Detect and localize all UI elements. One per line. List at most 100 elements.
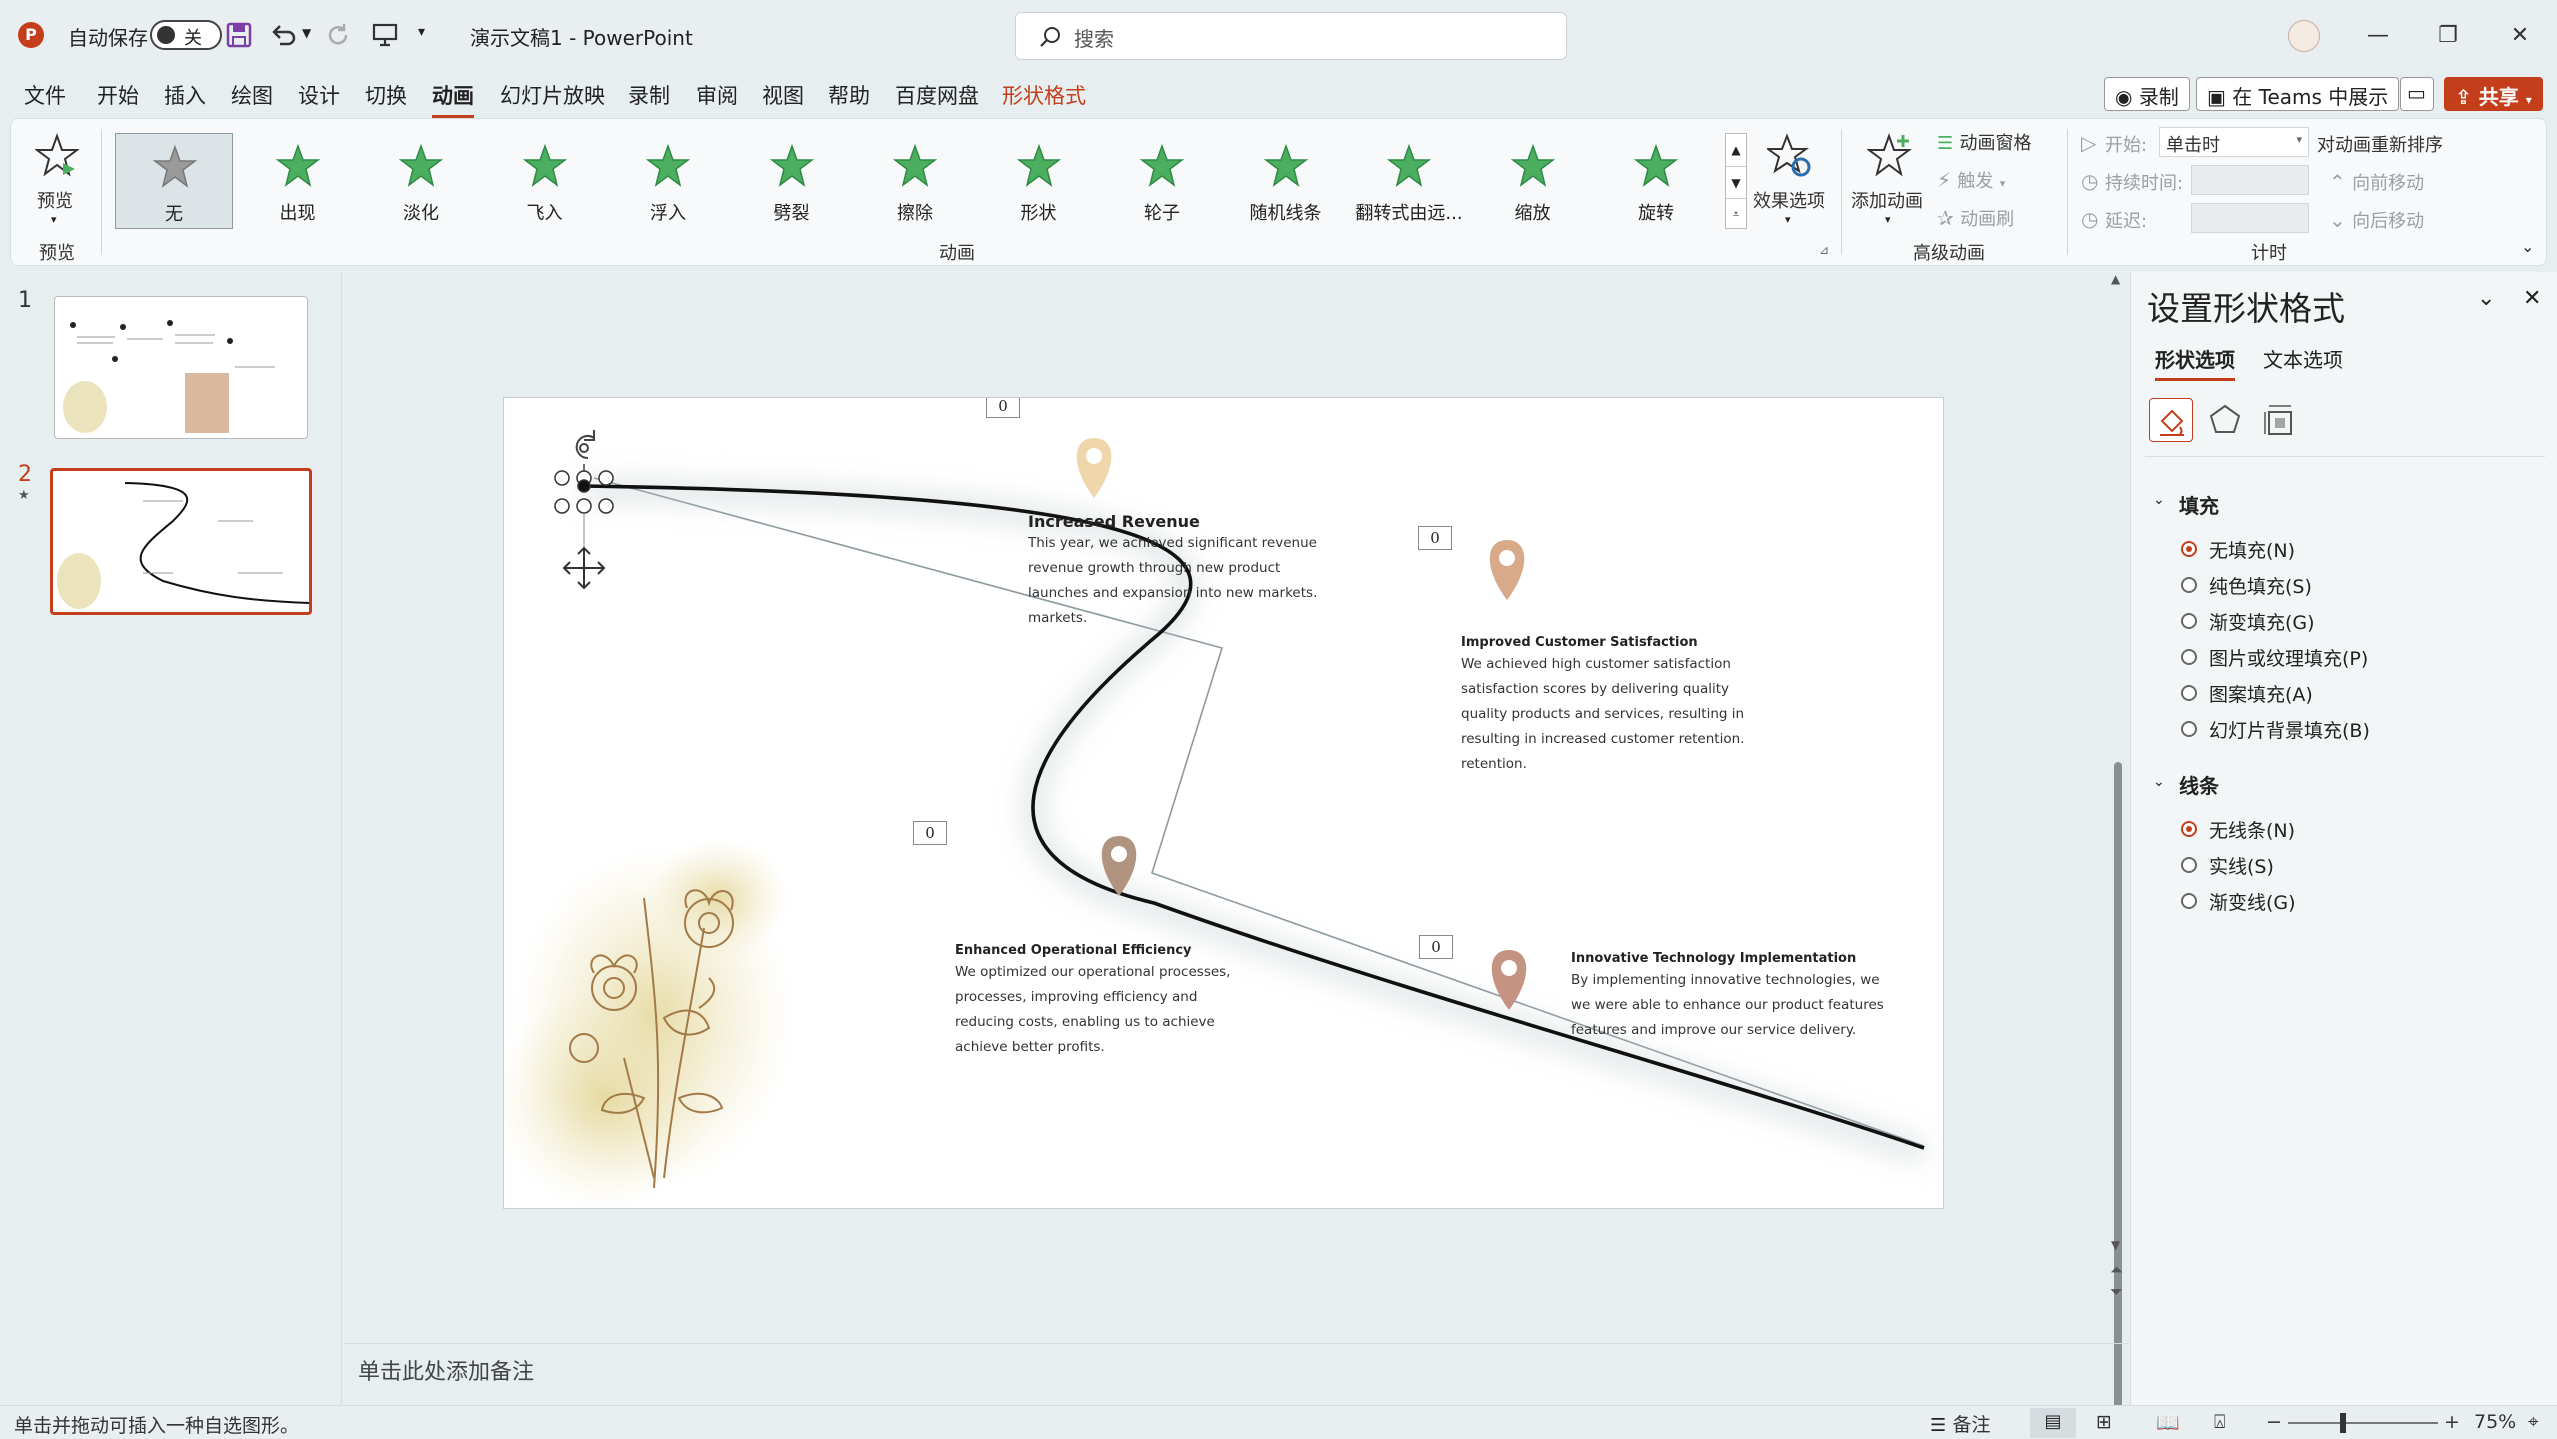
- pane-close-icon[interactable]: ✕: [2523, 286, 2541, 311]
- text-block-efficiency[interactable]: Enhanced Operational Efficiency We optim…: [955, 943, 1265, 1060]
- slideshow-view-icon[interactable]: ⍓: [2214, 1411, 2225, 1433]
- anim-float-in[interactable]: 浮入: [609, 133, 727, 229]
- text-block-satisfaction[interactable]: Improved Customer Satisfaction We achiev…: [1461, 635, 1771, 777]
- notes-pane[interactable]: 单击此处添加备注: [344, 1343, 2129, 1403]
- zoom-in-icon[interactable]: +: [2444, 1411, 2460, 1433]
- scroll-down-icon[interactable]: ▼: [2111, 1238, 2120, 1252]
- customize-toolbar-icon[interactable]: ▾: [418, 24, 425, 40]
- rotate-handle-icon[interactable]: [575, 430, 595, 460]
- animation-pane-button[interactable]: ☰ 动画窗格: [1937, 129, 2032, 159]
- zoom-level[interactable]: 75%: [2474, 1411, 2516, 1433]
- close-window-button[interactable]: ✕: [2500, 16, 2540, 56]
- undo-icon[interactable]: [270, 22, 298, 48]
- tab-text-options[interactable]: 文本选项: [2263, 344, 2343, 373]
- zoom-slider[interactable]: [2288, 1413, 2438, 1433]
- size-properties-tool[interactable]: [2257, 398, 2301, 442]
- text-block-technology[interactable]: Innovative Technology Implementation By …: [1571, 951, 1911, 1043]
- fill-radio[interactable]: [2181, 613, 2197, 629]
- fill-section-title[interactable]: 填充: [2179, 490, 2219, 519]
- anim-none[interactable]: 无: [115, 133, 233, 229]
- redo-icon[interactable]: [326, 22, 352, 48]
- collapse-ribbon-icon[interactable]: ⌄: [2521, 237, 2534, 256]
- comments-button[interactable]: ▭: [2400, 77, 2434, 111]
- add-animation-button[interactable]: 添加动画 ▾: [1849, 129, 1933, 239]
- delay-input[interactable]: [2191, 203, 2309, 233]
- anim-wipe[interactable]: 擦除: [856, 133, 974, 229]
- gallery-more-icon[interactable]: ⩡: [1726, 198, 1746, 228]
- tab-view[interactable]: 视图: [762, 80, 804, 110]
- fill-radio[interactable]: [2181, 577, 2197, 593]
- start-select[interactable]: 单击时 ▾: [2159, 127, 2309, 157]
- zoom-slider-thumb[interactable]: [2340, 1413, 2346, 1433]
- animation-order-tag[interactable]: 0: [1419, 935, 1453, 959]
- anim-shape[interactable]: 形状: [980, 133, 1098, 229]
- anim-fade[interactable]: 淡化: [362, 133, 480, 229]
- tab-file[interactable]: 文件: [24, 80, 66, 110]
- effect-options-button[interactable]: 效果选项 ▾: [1749, 129, 1831, 239]
- gallery-scroll[interactable]: ▲ ▼ ⩡: [1725, 133, 1747, 229]
- fill-radio[interactable]: [2181, 685, 2197, 701]
- autosave-toggle[interactable]: 关: [150, 20, 222, 50]
- restore-button[interactable]: ❐: [2428, 16, 2468, 56]
- record-button[interactable]: ◉ 录制: [2104, 77, 2190, 111]
- tab-shape-format[interactable]: 形状格式: [1002, 80, 1086, 110]
- animation-order-tag[interactable]: 0: [1418, 526, 1452, 550]
- fill-option-label[interactable]: 渐变填充(G): [2209, 608, 2315, 635]
- anim-zoom[interactable]: 缩放: [1474, 133, 1592, 229]
- fill-option-label[interactable]: 无填充(N): [2209, 536, 2295, 563]
- search-box[interactable]: 搜索: [1015, 12, 1567, 60]
- tab-record[interactable]: 录制: [628, 80, 670, 110]
- tab-home[interactable]: 开始: [97, 80, 139, 110]
- line-option-label[interactable]: 无线条(N): [2209, 816, 2295, 843]
- fill-option-label[interactable]: 幻灯片背景填充(B): [2209, 716, 2370, 743]
- anim-appear[interactable]: 出现: [239, 133, 357, 229]
- normal-view-button[interactable]: ▤: [2030, 1408, 2076, 1438]
- anim-split[interactable]: 劈裂: [733, 133, 851, 229]
- editor-scrollbar[interactable]: ▲ ▼ ⏶ ⏷: [2108, 272, 2128, 1439]
- anim-swivel[interactable]: 旋转: [1597, 133, 1715, 229]
- fill-collapse-icon[interactable]: ⌄: [2153, 492, 2165, 508]
- fill-radio[interactable]: [2181, 541, 2197, 557]
- slide-thumbnail-1[interactable]: [54, 296, 308, 439]
- scroll-thumb[interactable]: [2114, 762, 2122, 1439]
- line-radio[interactable]: [2181, 857, 2197, 873]
- tab-insert[interactable]: 插入: [164, 80, 206, 110]
- anim-random-bars[interactable]: 随机线条: [1227, 133, 1345, 229]
- anim-grow-turn[interactable]: 翻转式由远...: [1350, 133, 1468, 229]
- tab-help[interactable]: 帮助: [828, 80, 870, 110]
- animation-order-tag[interactable]: 0: [913, 821, 947, 845]
- line-collapse-icon[interactable]: ⌄: [2153, 774, 2165, 790]
- animation-dialog-launcher-icon[interactable]: ⊿: [1819, 243, 1829, 257]
- tab-design[interactable]: 设计: [298, 80, 340, 110]
- notes-toggle-button[interactable]: ☰ 备注: [1930, 1410, 1991, 1437]
- anim-wheel[interactable]: 轮子: [1103, 133, 1221, 229]
- tab-transitions[interactable]: 切换: [365, 80, 407, 110]
- tab-baidu-netdisk[interactable]: 百度网盘: [895, 80, 979, 110]
- line-section-title[interactable]: 线条: [2179, 770, 2219, 799]
- present-from-start-icon[interactable]: [372, 22, 398, 48]
- reading-view-icon[interactable]: 📖: [2156, 1411, 2180, 1434]
- save-icon[interactable]: [226, 22, 252, 48]
- pane-options-icon[interactable]: ⌄: [2477, 286, 2495, 311]
- preview-button[interactable]: 预览 ▾: [25, 129, 87, 229]
- gallery-down-icon[interactable]: ▼: [1726, 166, 1746, 198]
- tab-animations[interactable]: 动画: [432, 80, 474, 118]
- text-block-revenue[interactable]: Increased Revenue This year, we achieved…: [1028, 512, 1338, 631]
- fill-line-tool[interactable]: [2149, 398, 2193, 442]
- fill-option-label[interactable]: 纯色填充(S): [2209, 572, 2312, 599]
- line-radio[interactable]: [2181, 821, 2197, 837]
- line-radio[interactable]: [2181, 893, 2197, 909]
- fill-radio[interactable]: [2181, 649, 2197, 665]
- undo-dropdown-icon[interactable]: ▼: [302, 26, 311, 40]
- effects-tool[interactable]: [2203, 398, 2247, 442]
- scroll-up-icon[interactable]: ▲: [2111, 272, 2120, 286]
- zoom-out-icon[interactable]: −: [2266, 1411, 2282, 1433]
- slide-canvas[interactable]: 0 0 0 0 Increased Revenue This year, we …: [503, 397, 1944, 1209]
- slide-thumbnail-2[interactable]: [50, 468, 312, 615]
- account-avatar[interactable]: [2288, 20, 2320, 52]
- present-in-teams-button[interactable]: ▣ 在 Teams 中展示: [2196, 77, 2400, 111]
- duration-input[interactable]: [2191, 165, 2309, 195]
- fill-radio[interactable]: [2181, 721, 2197, 737]
- fill-option-label[interactable]: 图案填充(A): [2209, 680, 2313, 707]
- gallery-up-icon[interactable]: ▲: [1726, 134, 1746, 166]
